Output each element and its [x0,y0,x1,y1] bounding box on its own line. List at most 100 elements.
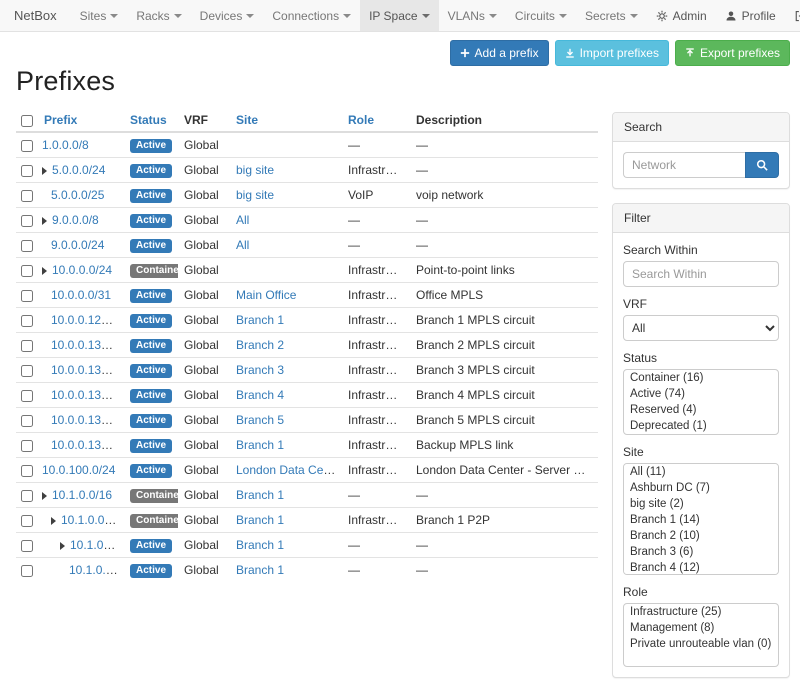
site-link[interactable]: Branch 3 [236,363,284,377]
nav-item-circuits[interactable]: Circuits [506,0,576,31]
listbox-option[interactable]: Deprecated (1) [624,418,778,434]
app-brand[interactable]: NetBox [0,0,71,31]
site-listbox[interactable]: All (11)Ashburn DC (7)big site (2)Branch… [623,463,779,575]
site-link[interactable]: Branch 1 [236,563,284,577]
listbox-option[interactable]: Reserved (4) [624,402,778,418]
prefix-link[interactable]: 10.0.0.138/31 [51,438,124,452]
prefix-link[interactable]: 9.0.0.0/8 [52,213,99,227]
prefix-link[interactable]: 10.1.0.0/25 [70,538,124,552]
column-header-site[interactable]: Site [230,109,342,132]
site-link[interactable]: big site [236,163,274,177]
row-checkbox[interactable] [21,490,33,502]
prefix-link[interactable]: 10.1.0.0/24 [61,513,121,527]
prefix-link[interactable]: 5.0.0.0/24 [52,163,105,177]
vrf-select[interactable]: All [623,315,779,341]
site-link[interactable]: Branch 1 [236,513,284,527]
nav-item-racks[interactable]: Racks [127,0,190,31]
prefix-link[interactable]: 9.0.0.0/24 [51,238,104,252]
site-link[interactable]: big site [236,188,274,202]
row-checkbox[interactable] [21,165,33,177]
export-prefixes-button[interactable]: Export prefixes [675,40,790,66]
nav-item-label: Profile [742,9,776,23]
nav-item-admin[interactable]: Admin [647,0,716,31]
row-checkbox[interactable] [21,190,33,202]
description-value: voip network [416,188,483,202]
site-link[interactable]: Branch 1 [236,313,284,327]
prefix-link[interactable]: 1.0.0.0/8 [42,138,89,152]
site-link[interactable]: Main Office [236,288,296,302]
nav-item-profile[interactable]: Profile [716,0,785,31]
row-checkbox[interactable] [21,290,33,302]
prefix-link[interactable]: 10.0.0.0/31 [51,288,111,302]
status-listbox[interactable]: Container (16)Active (74)Reserved (4)Dep… [623,369,779,435]
site-link[interactable]: Branch 1 [236,438,284,452]
site-link[interactable]: All [236,238,249,252]
search-input[interactable] [623,152,745,178]
listbox-option[interactable]: Branch 2 (10) [624,528,778,544]
nav-item-log-out[interactable]: Log out [785,0,800,31]
row-checkbox[interactable] [21,215,33,227]
listbox-option[interactable]: Active (74) [624,386,778,402]
prefix-link[interactable]: 10.0.0.136/31 [51,413,124,427]
site-link[interactable]: Branch 4 [236,388,284,402]
import-prefixes-button[interactable]: Import prefixes [555,40,669,66]
listbox-option[interactable]: Infrastructure (25) [624,604,778,620]
prefix-link[interactable]: 10.0.0.132/31 [51,363,124,377]
row-checkbox[interactable] [21,365,33,377]
status-badge: Container [130,489,178,503]
role-value: Infrastructure [348,463,410,477]
listbox-option[interactable]: Branch 1 (14) [624,512,778,528]
nav-item-label: Circuits [515,9,555,23]
row-checkbox[interactable] [21,315,33,327]
row-checkbox[interactable] [21,515,33,527]
row-checkbox[interactable] [21,565,33,577]
prefix-link[interactable]: 10.0.0.130/31 [51,338,124,352]
site-link[interactable]: Branch 1 [236,538,284,552]
column-header-prefix[interactable]: Prefix [38,109,124,132]
prefix-link[interactable]: 10.0.0.134/31 [51,388,124,402]
prefix-link[interactable]: 5.0.0.0/25 [51,188,104,202]
listbox-option[interactable]: Private unrouteable vlan (0) [624,636,778,652]
prefix-link[interactable]: 10.0.100.0/24 [42,463,115,477]
site-link[interactable]: London Data Center [236,463,342,477]
prefix-link[interactable]: 10.1.0.0/16 [52,488,112,502]
search-button[interactable] [745,152,779,178]
row-checkbox[interactable] [21,265,33,277]
row-checkbox[interactable] [21,540,33,552]
listbox-option[interactable]: All (11) [624,464,778,480]
nav-item-vlans[interactable]: VLANs [439,0,506,31]
listbox-option[interactable]: Branch 4 (12) [624,560,778,575]
listbox-option[interactable]: Ashburn DC (7) [624,480,778,496]
listbox-option[interactable]: big site (2) [624,496,778,512]
row-checkbox[interactable] [21,465,33,477]
site-link[interactable]: Branch 2 [236,338,284,352]
row-checkbox[interactable] [21,390,33,402]
site-link[interactable]: Branch 1 [236,488,284,502]
add-a-prefix-button[interactable]: Add a prefix [450,40,549,66]
prefix-link[interactable]: 10.0.0.128/31 [51,313,124,327]
search-panel: Search [612,112,790,189]
listbox-option[interactable]: Branch 3 (6) [624,544,778,560]
nav-item-devices[interactable]: Devices [191,0,264,31]
row-checkbox[interactable] [21,340,33,352]
row-checkbox[interactable] [21,240,33,252]
row-checkbox[interactable] [21,440,33,452]
select-all-checkbox[interactable] [21,115,33,127]
listbox-option[interactable]: Container (16) [624,370,778,386]
site-link[interactable]: Branch 5 [236,413,284,427]
nav-item-connections[interactable]: Connections [263,0,360,31]
column-header-status[interactable]: Status [124,109,178,132]
nav-item-ip-space[interactable]: IP Space [360,0,438,31]
row-checkbox[interactable] [21,415,33,427]
nav-item-sites[interactable]: Sites [71,0,128,31]
table-row: 10.0.0.138/31ActiveGlobalBranch 1Infrast… [16,433,598,458]
search-within-input[interactable] [623,261,779,287]
row-checkbox[interactable] [21,140,33,152]
prefix-link[interactable]: 10.1.0.0/26 [69,563,124,577]
nav-item-secrets[interactable]: Secrets [576,0,647,31]
column-header-role[interactable]: Role [342,109,410,132]
listbox-option[interactable]: Management (8) [624,620,778,636]
prefix-link[interactable]: 10.0.0.0/24 [52,263,112,277]
site-link[interactable]: All [236,213,249,227]
role-listbox[interactable]: Infrastructure (25)Management (8)Private… [623,603,779,667]
